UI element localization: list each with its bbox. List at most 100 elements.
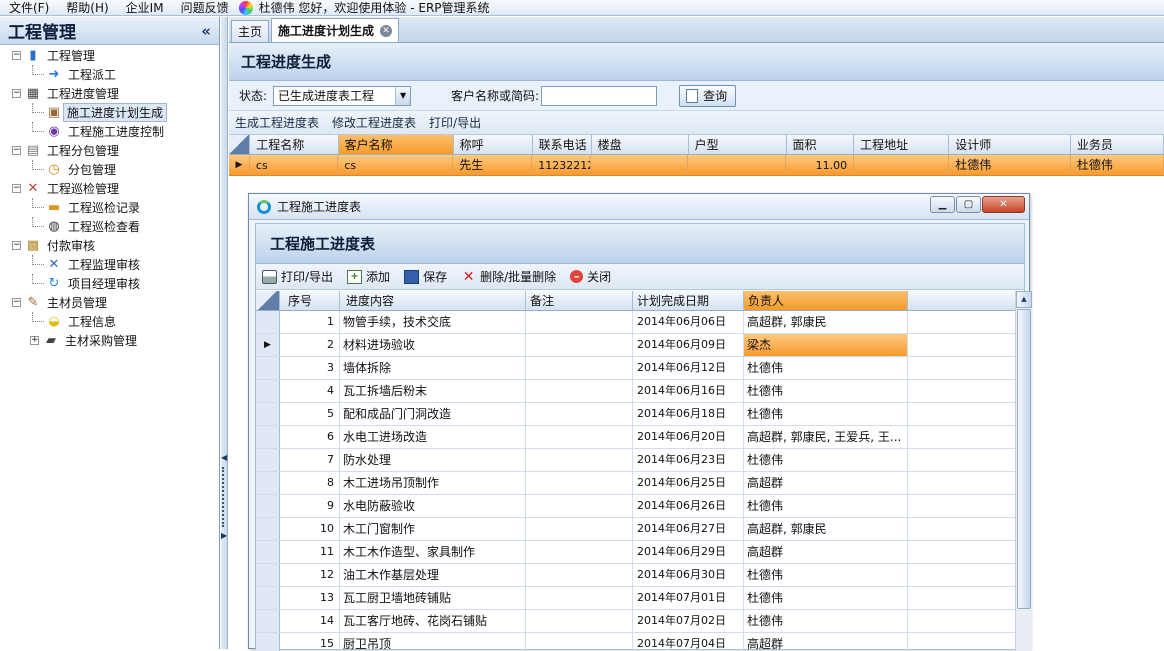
row-header[interactable] <box>256 449 280 471</box>
expand-icon[interactable]: + <box>30 336 39 345</box>
menu-feedback[interactable]: 问题反馈 <box>172 0 237 16</box>
tree-node[interactable]: − ▮ 工程管理 <box>0 46 219 65</box>
tree-node[interactable]: − ▩ 付款审核 <box>0 236 219 255</box>
table-row[interactable]: 4 瓦工拆墙后粉末 2014年06月16日 杜德伟 <box>256 380 1016 403</box>
cell-note[interactable] <box>526 518 633 540</box>
row-header[interactable] <box>256 633 280 651</box>
collapse-icon[interactable]: − <box>12 298 21 307</box>
row-header[interactable] <box>256 472 280 494</box>
cell-note[interactable] <box>526 564 633 586</box>
row-header[interactable] <box>256 495 280 517</box>
row-header[interactable] <box>256 357 280 379</box>
cell-note[interactable] <box>526 403 633 425</box>
cell-date[interactable]: 2014年06月30日 <box>633 564 744 586</box>
cell-date[interactable]: 2014年06月09日 <box>633 334 744 356</box>
cell-owner[interactable]: 高超群 <box>744 541 908 563</box>
cell-content[interactable]: 瓦工厨卫墙地砖铺贴 <box>340 587 526 609</box>
column-header[interactable]: 称呼 <box>454 135 533 154</box>
row-header[interactable] <box>256 380 280 402</box>
table-row[interactable]: 10 木工门窗制作 2014年06月27日 高超群, 郭康民 <box>256 518 1016 541</box>
cell-date[interactable]: 2014年06月26日 <box>633 495 744 517</box>
column-header[interactable]: 联系电话 <box>533 135 592 154</box>
generate-schedule-action[interactable]: 生成工程进度表 <box>235 114 319 131</box>
tree-node[interactable]: ▣ 施工进度计划生成 <box>0 103 219 122</box>
cell-date[interactable]: 2014年06月18日 <box>633 403 744 425</box>
cell-date[interactable]: 2014年06月12日 <box>633 357 744 379</box>
tree-node[interactable]: − ▦ 工程进度管理 <box>0 84 219 103</box>
tab-schedule-generation[interactable]: 施工进度计划生成 ✕ <box>271 18 400 42</box>
cell-date[interactable]: 2014年06月25日 <box>633 472 744 494</box>
row-header[interactable] <box>256 541 280 563</box>
cell-owner[interactable]: 高超群, 郭康民 <box>744 518 908 540</box>
cell-note[interactable] <box>526 541 633 563</box>
column-header[interactable]: 设计师 <box>949 135 1071 154</box>
row-header[interactable] <box>256 426 280 448</box>
print-export-button[interactable]: 打印/导出 <box>262 268 333 285</box>
row-header[interactable] <box>256 403 280 425</box>
tab-home[interactable]: 主页 <box>231 20 270 42</box>
delete-button[interactable]: ✕ 删除/批量删除 <box>461 268 556 285</box>
cell-content[interactable]: 瓦工拆墙后粉末 <box>340 380 526 402</box>
select-all-corner[interactable] <box>256 291 280 310</box>
cell-note[interactable] <box>526 334 633 356</box>
cell-date[interactable]: 2014年06月16日 <box>633 380 744 402</box>
panel-splitter[interactable]: ◀ ▶ <box>221 17 228 649</box>
cell-note[interactable] <box>526 495 633 517</box>
cell-owner[interactable]: 高超群 <box>744 633 908 651</box>
tree-node[interactable]: − ▤ 工程分包管理 <box>0 141 219 160</box>
tree-node[interactable]: + ▰ 主材采购管理 <box>0 331 219 350</box>
row-header[interactable] <box>256 610 280 632</box>
collapse-icon[interactable]: − <box>12 51 21 60</box>
cell-content[interactable]: 防水处理 <box>340 449 526 471</box>
table-row[interactable]: 7 防水处理 2014年06月23日 杜德伟 <box>256 449 1016 472</box>
column-header[interactable]: 客户名称 <box>338 135 454 154</box>
cell-owner[interactable]: 高超群 <box>744 472 908 494</box>
cell-owner[interactable]: 梁杰 <box>744 334 908 356</box>
cell-content[interactable]: 油工木作基层处理 <box>340 564 526 586</box>
table-row[interactable]: 5 配和成品门门洞改造 2014年06月18日 杜德伟 <box>256 403 1016 426</box>
collapse-icon[interactable]: − <box>12 89 21 98</box>
table-row[interactable]: 1 物管手续，技术交底 2014年06月06日 高超群, 郭康民 <box>256 311 1016 334</box>
column-header[interactable]: 负责人 <box>744 291 908 310</box>
cell-owner[interactable]: 杜德伟 <box>744 380 908 402</box>
row-header[interactable] <box>256 564 280 586</box>
query-button[interactable]: 查询 <box>679 84 737 107</box>
menu-enterprise-im[interactable]: 企业IM <box>117 0 172 16</box>
table-row[interactable]: ▶cscs先生1123221232111.00杜德伟杜德伟 <box>229 155 1164 176</box>
cell-content[interactable]: 瓦工客厅地砖、花岗石铺贴 <box>340 610 526 632</box>
customer-search-input[interactable] <box>541 85 658 106</box>
cell-date[interactable]: 2014年06月29日 <box>633 541 744 563</box>
cell-content[interactable]: 木工门窗制作 <box>340 518 526 540</box>
cell-owner[interactable]: 杜德伟 <box>744 495 908 517</box>
column-header[interactable]: 序号 <box>280 291 340 310</box>
table-row[interactable]: 14 瓦工客厅地砖、花岗石铺贴 2014年07月02日 杜德伟 <box>256 610 1016 633</box>
cell-date[interactable]: 2014年06月06日 <box>633 311 744 333</box>
row-header[interactable] <box>256 587 280 609</box>
row-header[interactable] <box>256 311 280 333</box>
cell-note[interactable] <box>526 380 633 402</box>
cell-owner[interactable]: 杜德伟 <box>744 403 908 425</box>
column-header[interactable]: 计划完成日期 <box>633 291 744 310</box>
cell-note[interactable] <box>526 426 633 448</box>
close-button[interactable]: – 关闭 <box>570 268 611 285</box>
cell-note[interactable] <box>526 311 633 333</box>
cell-owner[interactable]: 高超群, 郭康民 <box>744 311 908 333</box>
cell-date[interactable]: 2014年07月04日 <box>633 633 744 651</box>
cell-note[interactable] <box>526 449 633 471</box>
tree-node[interactable]: ◍ 工程巡检查看 <box>0 217 219 236</box>
close-tab-icon[interactable]: ✕ <box>380 24 393 37</box>
cell-content[interactable]: 配和成品门门洞改造 <box>340 403 526 425</box>
column-header[interactable]: 工程地址 <box>854 135 950 154</box>
column-header[interactable]: 业务员 <box>1071 135 1164 154</box>
status-select[interactable]: 已生成进度表工程 ▼ <box>273 85 412 106</box>
cell-content[interactable]: 木工木作造型、家具制作 <box>340 541 526 563</box>
cell-note[interactable] <box>526 633 633 651</box>
vertical-scrollbar[interactable]: ▲ <box>1015 291 1032 651</box>
cell-date[interactable]: 2014年06月23日 <box>633 449 744 471</box>
maximize-icon[interactable]: ▢ <box>956 196 981 213</box>
cell-note[interactable] <box>526 610 633 632</box>
cell-date[interactable]: 2014年07月01日 <box>633 587 744 609</box>
cell-owner[interactable]: 杜德伟 <box>744 564 908 586</box>
tree-node[interactable]: − ✕ 工程巡检管理 <box>0 179 219 198</box>
scroll-up-icon[interactable]: ▲ <box>1016 291 1032 308</box>
